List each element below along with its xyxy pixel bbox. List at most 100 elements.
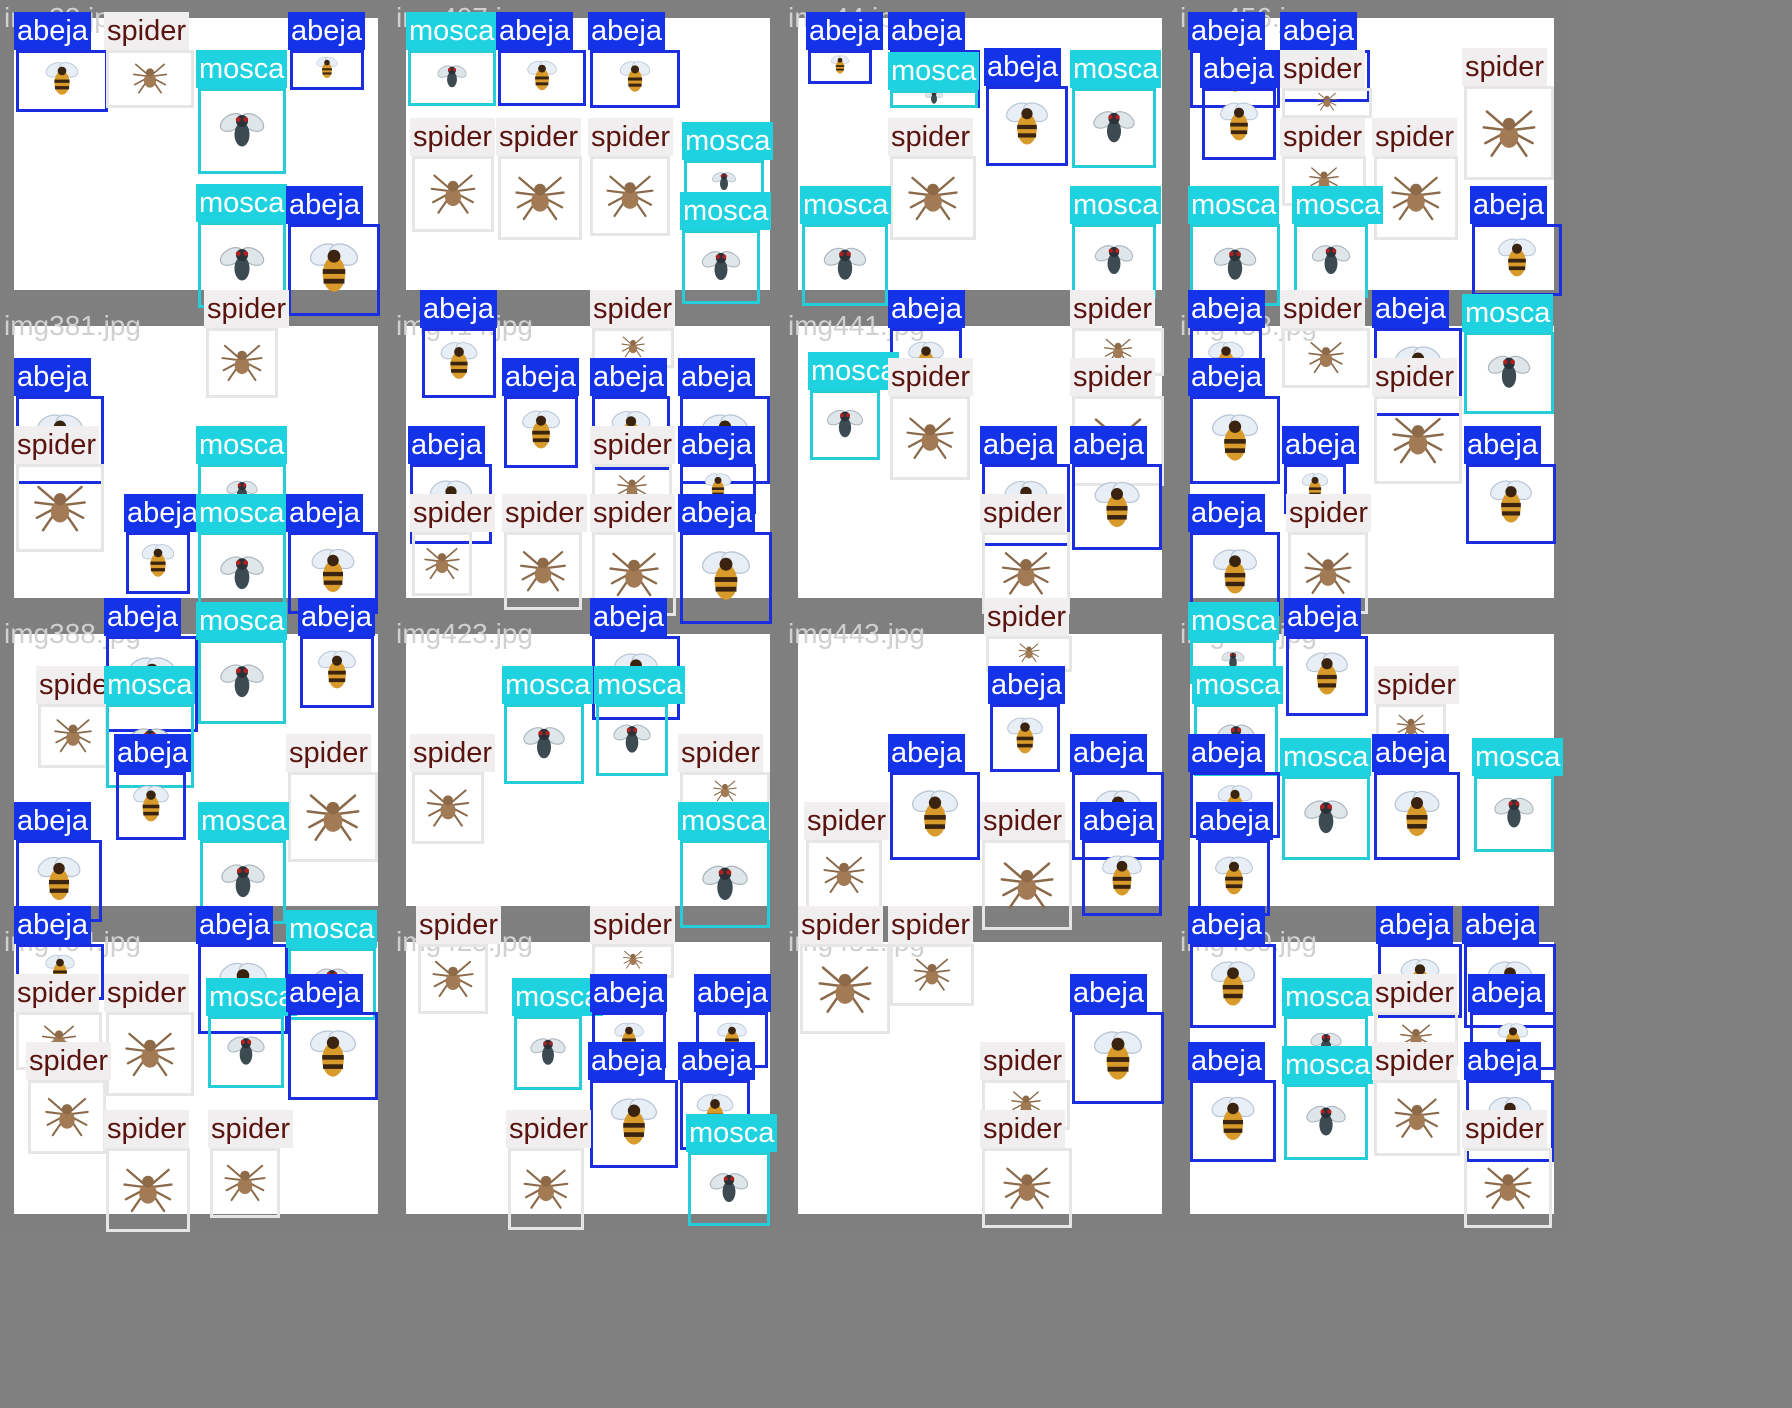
bounding-box — [126, 532, 190, 594]
class-label: abeja — [1284, 598, 1361, 636]
class-label: abeja — [1070, 974, 1147, 1012]
bounding-box — [198, 88, 286, 174]
detection-spider: spider — [590, 906, 675, 978]
detection-mosca: mosca — [678, 802, 770, 928]
class-label: spider — [980, 802, 1065, 840]
class-label: abeja — [286, 974, 363, 1012]
class-label: mosca — [1188, 186, 1280, 224]
detection-abeja: abeja — [1070, 426, 1162, 550]
bounding-box — [810, 390, 880, 460]
bounding-box — [300, 636, 374, 708]
detection-mosca: mosca — [1282, 1046, 1374, 1160]
bounding-box — [198, 640, 286, 724]
class-label: abeja — [1462, 906, 1539, 944]
detection-abeja: abeja — [14, 12, 108, 112]
class-label: spider — [1372, 118, 1457, 156]
bounding-box — [982, 840, 1072, 930]
class-label: abeja — [1280, 12, 1357, 50]
bounding-box — [16, 50, 108, 112]
class-label: spider — [980, 494, 1065, 532]
detection-spider: spider — [588, 118, 673, 236]
bounding-box — [680, 532, 772, 624]
bounding-box — [508, 1148, 584, 1230]
class-label: abeja — [1070, 734, 1147, 772]
bounding-box — [1198, 840, 1270, 916]
detection-spider: spider — [502, 494, 587, 610]
detection-mosca: mosca — [800, 186, 892, 306]
class-label: spider — [286, 734, 371, 772]
class-label: abeja — [1372, 290, 1449, 328]
class-label: mosca — [1282, 1046, 1374, 1084]
bounding-box — [800, 944, 890, 1034]
detection-abeja: abeja — [1284, 598, 1368, 716]
bounding-box — [890, 396, 970, 480]
bounding-box — [16, 464, 104, 552]
class-label: mosca — [196, 494, 288, 532]
detection-spider: spider — [1462, 48, 1554, 180]
class-label: spider — [1070, 358, 1155, 396]
class-label: spider — [888, 906, 973, 944]
detection-spider: spider — [980, 1110, 1072, 1228]
class-label: abeja — [1468, 974, 1545, 1012]
class-label: mosca — [808, 352, 900, 390]
class-label: spider — [208, 1110, 293, 1148]
class-label: spider — [410, 494, 495, 532]
class-label: mosca — [1188, 602, 1280, 640]
detection-spider: spider — [1372, 118, 1458, 240]
bounding-box — [1374, 772, 1460, 860]
bounding-box — [1472, 224, 1562, 296]
class-label: abeja — [1372, 734, 1449, 772]
bounding-box — [288, 772, 378, 862]
bounding-box — [422, 328, 496, 398]
bounding-box — [982, 1148, 1072, 1228]
class-label: spider — [1280, 118, 1365, 156]
class-label: mosca — [1070, 186, 1162, 224]
class-label: abeja — [1188, 358, 1265, 396]
class-label: abeja — [288, 12, 365, 50]
class-label: mosca — [502, 666, 594, 704]
class-label: spider — [590, 426, 675, 464]
detection-mosca: mosca — [808, 352, 900, 460]
detection-spider: spider — [506, 1110, 591, 1230]
image-filename: img381.jpg — [4, 310, 141, 341]
bounding-box — [590, 50, 680, 108]
bounding-box — [890, 156, 976, 240]
bounding-box — [682, 230, 760, 304]
class-label: abeja — [14, 12, 91, 50]
bounding-box — [680, 840, 770, 928]
detection-mosca: mosca — [888, 52, 980, 108]
class-label: mosca — [594, 666, 686, 704]
detection-mosaic: img38.jpg abeja spider mosca — [0, 0, 1792, 1408]
detection-abeja: abeja — [1188, 358, 1280, 484]
class-label: mosca — [1280, 738, 1372, 776]
class-label: abeja — [286, 494, 363, 532]
bounding-box — [1286, 636, 1368, 716]
class-label: abeja — [104, 598, 181, 636]
bounding-box — [208, 1016, 284, 1088]
bounding-box — [1282, 776, 1370, 860]
class-label: abeja — [1200, 50, 1277, 88]
detection-abeja: abeja — [1372, 734, 1460, 860]
bounding-box — [504, 704, 584, 784]
bounding-box — [1082, 840, 1162, 916]
detection-spider: spider — [208, 1110, 293, 1218]
bounding-box — [412, 772, 484, 844]
detection-spider: spider — [1280, 50, 1372, 118]
bounding-box — [1464, 86, 1554, 180]
detection-abeja: abeja — [588, 12, 680, 108]
bounding-box — [1072, 1012, 1164, 1104]
class-label: mosca — [678, 802, 770, 840]
class-label: mosca — [286, 910, 378, 948]
class-label: abeja — [1188, 494, 1265, 532]
class-label: spider — [678, 734, 763, 772]
bounding-box — [206, 328, 278, 398]
detection-abeja: abeja — [298, 598, 375, 708]
class-label: abeja — [1080, 802, 1157, 840]
detection-abeja: abeja — [988, 666, 1065, 772]
detection-spider: spider — [980, 802, 1072, 930]
class-label: abeja — [588, 1042, 665, 1080]
bounding-box — [1282, 88, 1372, 118]
bounding-box — [806, 840, 882, 910]
detection-abeja: abeja — [1196, 802, 1273, 916]
detection-spider: spider — [104, 974, 194, 1096]
